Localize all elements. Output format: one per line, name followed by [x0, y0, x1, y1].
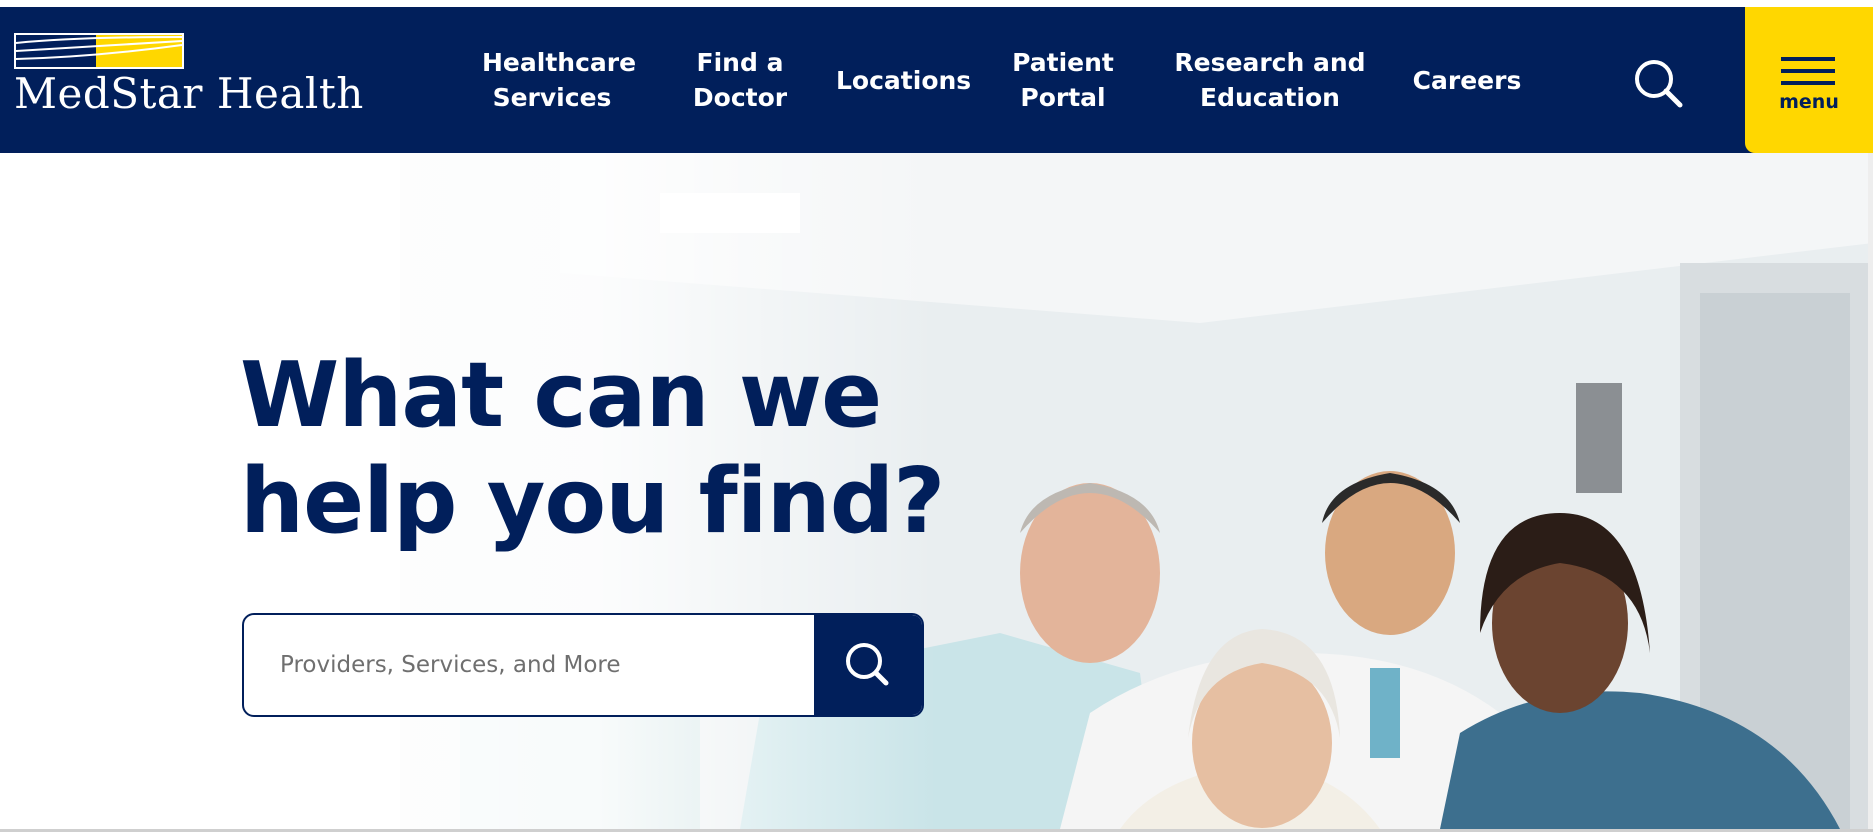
nav-healthcare-services[interactable]: Healthcare Services [482, 45, 636, 115]
site-header: MedStar Health Healthcare Services Find … [0, 7, 1873, 153]
medstar-logo[interactable]: MedStar Health [14, 33, 363, 123]
logo-mark-icon [14, 33, 184, 69]
hero-search-button[interactable] [814, 615, 922, 715]
nav-careers[interactable]: Careers [1412, 63, 1522, 98]
nav-find-a-doctor[interactable]: Find a Doctor [680, 45, 800, 115]
nav-locations[interactable]: Locations [836, 63, 971, 98]
hero-headline: What can we help you find? [240, 343, 945, 554]
top-strip [0, 0, 1873, 7]
search-icon [846, 643, 889, 686]
nav-research-and-education[interactable]: Research and Education [1172, 45, 1368, 115]
hero-search-input[interactable] [244, 615, 814, 715]
brand-name: MedStar Health [14, 69, 364, 118]
header-search-button[interactable] [1634, 59, 1684, 109]
nav-patient-portal[interactable]: Patient Portal [1004, 45, 1122, 115]
hero-section: What can we help you find? [0, 153, 1873, 829]
hamburger-icon [1781, 57, 1835, 87]
menu-label: menu [1779, 91, 1839, 113]
hero-search-form [242, 613, 924, 717]
search-icon [1635, 60, 1683, 108]
scrollbar-track[interactable] [1868, 153, 1873, 829]
menu-button[interactable]: menu [1745, 7, 1873, 153]
